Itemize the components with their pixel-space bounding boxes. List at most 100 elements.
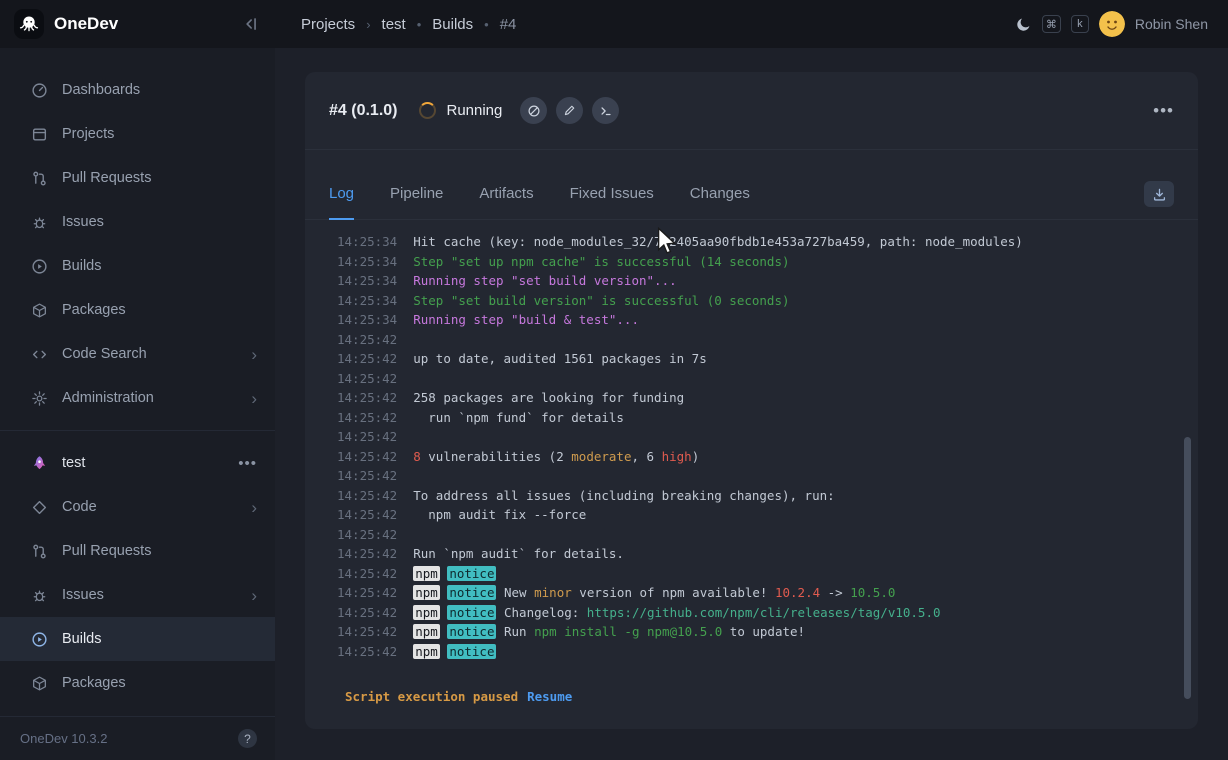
cancel-build-button[interactable]	[520, 97, 547, 124]
log-timestamp: 14:25:42	[337, 546, 397, 561]
sidebar-item-project-packages[interactable]: Packages	[0, 661, 275, 705]
sidebar-item-project-builds[interactable]: Builds	[0, 617, 275, 661]
log-timestamp: 14:25:34	[337, 234, 397, 249]
sidebar-item-label: Builds	[62, 258, 102, 274]
log-line: 14:25:42up to date, audited 1561 package…	[337, 349, 1174, 369]
sidebar-item-project-code[interactable]: Code ›	[0, 485, 275, 529]
log-timestamp: 14:25:42	[337, 449, 397, 464]
play-circle-icon	[30, 630, 48, 648]
download-log-button[interactable]	[1144, 181, 1174, 207]
log-timestamp: 14:25:34	[337, 273, 397, 288]
sidebar-item-projects[interactable]: Projects	[0, 112, 275, 156]
log-timestamp: 14:25:42	[337, 566, 397, 581]
log-scrollbar-thumb[interactable]	[1184, 437, 1191, 699]
build-log[interactable]: 14:25:34Hit cache (key: node_modules_32/…	[305, 220, 1198, 680]
breadcrumb: Projects › test • Builds • #4	[301, 16, 516, 33]
chevron-right-icon: ›	[251, 499, 257, 516]
log-timestamp: 14:25:42	[337, 507, 397, 522]
main-area: Projects › test • Builds • #4 ⌘ k Robin …	[275, 0, 1228, 760]
chevron-right-icon: ›	[251, 390, 257, 407]
terminal-button[interactable]	[592, 97, 619, 124]
tab-changes[interactable]: Changes	[690, 185, 750, 220]
sidebar-item-label: Issues	[62, 587, 104, 603]
log-timestamp: 14:25:42	[337, 390, 397, 405]
build-actions	[520, 97, 619, 124]
sidebar-item-label: Dashboards	[62, 82, 140, 98]
content-area: #4 (0.1.0) Running •••	[275, 48, 1228, 760]
topbar-right: ⌘ k Robin Shen	[1015, 11, 1208, 37]
package-icon	[30, 674, 48, 692]
log-timestamp: 14:25:42	[337, 429, 397, 444]
sidebar-item-project-pull-requests[interactable]: Pull Requests	[0, 529, 275, 573]
log-timestamp: 14:25:42	[337, 371, 397, 386]
sidebar-nav: Dashboards Projects Pull Requests Issues	[0, 48, 275, 705]
code-icon	[30, 498, 48, 516]
log-timestamp: 14:25:42	[337, 468, 397, 483]
user-name[interactable]: Robin Shen	[1135, 16, 1208, 32]
onedev-logo-icon[interactable]	[14, 9, 44, 39]
log-line: 14:25:34Step "set build version" is succ…	[337, 291, 1174, 311]
sidebar-item-administration[interactable]: Administration ›	[0, 376, 275, 420]
sidebar-item-label: Pull Requests	[62, 170, 151, 186]
log-timestamp: 14:25:42	[337, 624, 397, 639]
pull-request-icon	[30, 169, 48, 187]
topbar: Projects › test • Builds • #4 ⌘ k Robin …	[275, 0, 1228, 48]
help-icon[interactable]: ?	[238, 729, 257, 748]
sidebar-item-label: Administration	[62, 390, 154, 406]
resume-link[interactable]: Resume	[527, 689, 572, 704]
log-timestamp: 14:25:42	[337, 644, 397, 659]
tab-fixed-issues[interactable]: Fixed Issues	[570, 185, 654, 220]
sidebar-item-project-issues[interactable]: Issues ›	[0, 573, 275, 617]
sidebar-divider	[0, 430, 275, 431]
log-line: 14:25:42	[337, 525, 1174, 545]
cmd-key-badge: ⌘	[1042, 15, 1061, 33]
sidebar-item-dashboards[interactable]: Dashboards	[0, 68, 275, 112]
bug-icon	[30, 213, 48, 231]
rocket-icon	[30, 454, 48, 472]
build-more-icon[interactable]: •••	[1153, 101, 1174, 121]
project-more-icon[interactable]: •••	[238, 455, 257, 472]
edit-build-button[interactable]	[556, 97, 583, 124]
sidebar-item-label: Projects	[62, 126, 114, 142]
sidebar-item-builds[interactable]: Builds	[0, 244, 275, 288]
log-line: 14:25:42npm notice	[337, 642, 1174, 662]
play-circle-icon	[30, 257, 48, 275]
sidebar: OneDev Dashboards Projects	[0, 0, 275, 760]
tab-pipeline[interactable]: Pipeline	[390, 185, 443, 220]
sidebar-item-packages[interactable]: Packages	[0, 288, 275, 332]
log-line: 14:25:42	[337, 427, 1174, 447]
project-name: test	[62, 455, 85, 471]
running-spinner-icon	[419, 102, 436, 119]
app-root: OneDev Dashboards Projects	[0, 0, 1228, 760]
dashboard-icon	[30, 81, 48, 99]
sidebar-item-label: Pull Requests	[62, 543, 151, 559]
tab-artifacts[interactable]: Artifacts	[479, 185, 533, 220]
log-line: 14:25:42 npm audit fix --force	[337, 505, 1174, 525]
k-key-badge: k	[1071, 15, 1089, 33]
gear-icon	[30, 389, 48, 407]
breadcrumb-builds[interactable]: Builds	[432, 16, 473, 33]
log-timestamp: 14:25:42	[337, 488, 397, 503]
collapse-sidebar-icon[interactable]	[241, 15, 259, 33]
log-timestamp: 14:25:34	[337, 254, 397, 269]
breadcrumb-test[interactable]: test	[382, 16, 406, 33]
tab-log[interactable]: Log	[329, 185, 354, 220]
breadcrumb-projects[interactable]: Projects	[301, 16, 355, 33]
build-status: Running	[446, 102, 502, 119]
log-line: 14:25:34Running step "set build version"…	[337, 271, 1174, 291]
sidebar-item-code-search[interactable]: Code Search ›	[0, 332, 275, 376]
avatar[interactable]	[1099, 11, 1125, 37]
sidebar-item-label: Issues	[62, 214, 104, 230]
log-timestamp: 14:25:42	[337, 410, 397, 425]
sidebar-item-pull-requests[interactable]: Pull Requests	[0, 156, 275, 200]
dark-mode-icon[interactable]	[1015, 16, 1032, 33]
log-line: 14:25:42npm notice	[337, 564, 1174, 584]
breadcrumb-separator: •	[417, 17, 422, 32]
log-lines: 14:25:34Hit cache (key: node_modules_32/…	[337, 232, 1174, 661]
log-line: 14:25:42258 packages are looking for fun…	[337, 388, 1174, 408]
sidebar-project-test[interactable]: test •••	[0, 441, 275, 485]
sidebar-item-issues[interactable]: Issues	[0, 200, 275, 244]
breadcrumb-separator: •	[484, 17, 489, 32]
log-line: 14:25:428 vulnerabilities (2 moderate, 6…	[337, 447, 1174, 467]
log-line: 14:25:42Run `npm audit` for details.	[337, 544, 1174, 564]
